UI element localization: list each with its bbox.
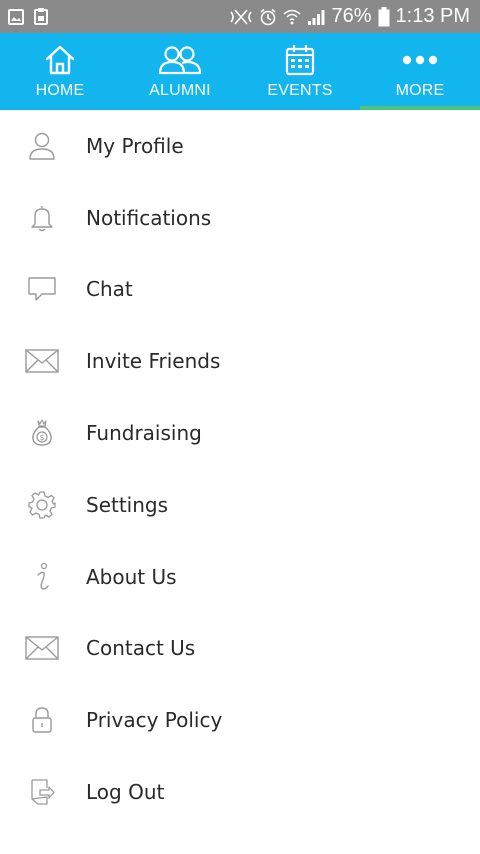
menu-item-label: Log Out [86, 780, 165, 805]
wifi-icon [283, 8, 301, 26]
menu-item-notifications[interactable]: Notifications [0, 182, 480, 254]
bell-icon [20, 198, 64, 238]
menu-item-my-profile[interactable]: My Profile [0, 110, 480, 182]
menu-item-label: Chat [86, 277, 133, 302]
lock-icon [20, 700, 64, 740]
more-dots-icon [402, 43, 438, 77]
tab-alumni-label: ALUMNI [149, 82, 211, 99]
menu-item-label: My Profile [86, 133, 184, 158]
battery-icon [378, 6, 390, 27]
menu-item-label: Settings [86, 492, 169, 517]
people-icon [158, 43, 202, 77]
menu-item-contact-us[interactable]: Contact Us [0, 613, 480, 685]
signal-icon [307, 8, 325, 26]
menu-item-label: About Us [86, 564, 177, 589]
more-menu-list: My Profile Notifications Chat Invite Fri… [0, 110, 480, 828]
gallery-notification-icon [8, 8, 24, 25]
user-icon [20, 126, 64, 166]
status-bar: 76% 1:13 PM [0, 0, 480, 33]
menu-item-settings[interactable]: Settings [0, 469, 480, 541]
tab-more-label: MORE [395, 82, 445, 99]
clipboard-notification-icon [34, 8, 48, 25]
menu-item-log-out[interactable]: Log Out [0, 756, 480, 828]
menu-item-label: Fundraising [86, 421, 202, 446]
top-navigation: HOME ALUMNI EVENTS MORE [0, 33, 480, 110]
menu-item-fundraising[interactable]: $ Fundraising [0, 397, 480, 469]
menu-item-chat[interactable]: Chat [0, 254, 480, 326]
tab-home-label: HOME [35, 82, 85, 99]
envelope-icon [20, 628, 64, 668]
info-icon [20, 557, 64, 597]
menu-item-privacy-policy[interactable]: Privacy Policy [0, 684, 480, 756]
svg-text:$: $ [39, 433, 44, 442]
tab-home[interactable]: HOME [0, 33, 120, 110]
menu-item-label: Contact Us [86, 636, 196, 661]
menu-item-label: Invite Friends [86, 349, 221, 374]
money-bag-icon: $ [20, 413, 64, 453]
menu-item-about-us[interactable]: About Us [0, 541, 480, 613]
tab-alumni[interactable]: ALUMNI [120, 33, 240, 110]
battery-percent: 76% [331, 5, 372, 27]
tab-more[interactable]: MORE [360, 33, 480, 110]
logout-icon [20, 772, 64, 812]
home-icon [44, 43, 76, 77]
chat-bubble-icon [20, 269, 64, 309]
calendar-icon [285, 43, 315, 77]
tab-events[interactable]: EVENTS [240, 33, 360, 110]
nfc-icon [229, 8, 253, 26]
envelope-icon [20, 341, 64, 381]
clock: 1:13 PM [395, 5, 470, 27]
menu-item-label: Notifications [86, 205, 212, 230]
menu-item-label: Privacy Policy [86, 708, 223, 733]
gear-icon [20, 485, 64, 525]
menu-item-invite-friends[interactable]: Invite Friends [0, 325, 480, 397]
tab-events-label: EVENTS [267, 82, 333, 99]
alarm-icon [259, 8, 277, 26]
